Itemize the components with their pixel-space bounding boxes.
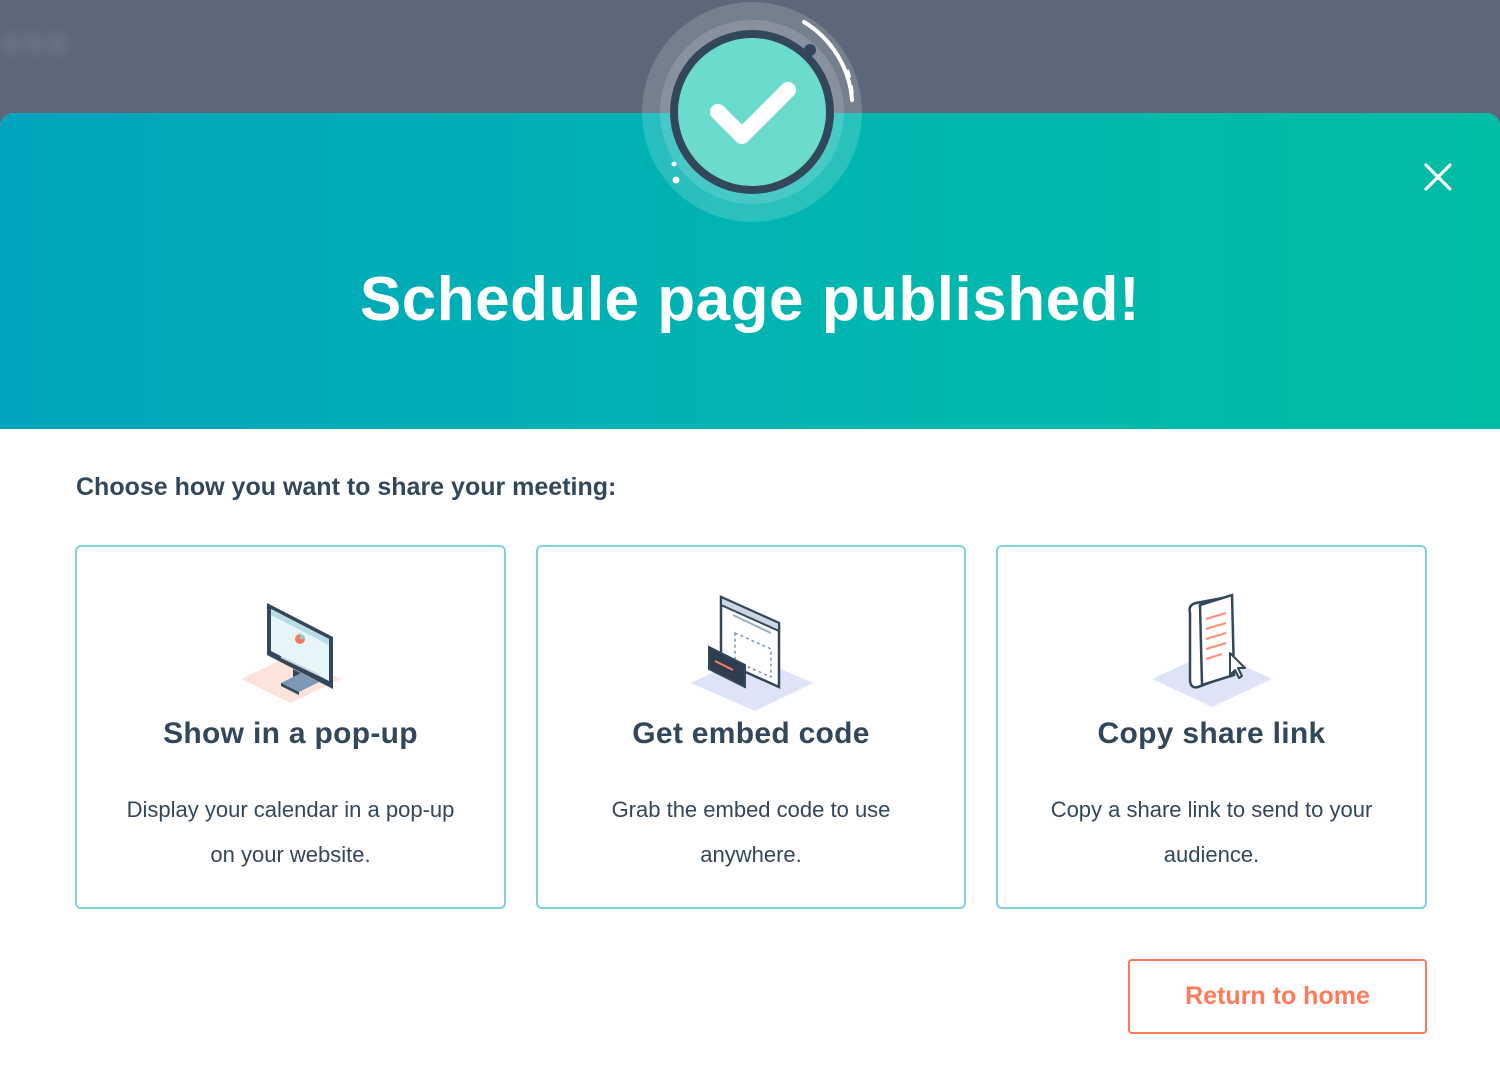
share-link-illustration-icon	[1151, 593, 1272, 707]
option-title: Show in a pop-up	[163, 717, 418, 750]
option-title: Get embed code	[632, 717, 870, 750]
monitor-illustration-icon	[240, 603, 341, 703]
publish-success-modal: Schedule page published! Choose how you …	[0, 113, 1500, 1079]
option-description: Grab the embed code to use anywhere.	[611, 797, 891, 867]
close-icon	[1424, 163, 1452, 191]
checkmark-circle-icon	[642, 2, 862, 222]
option-card-share-link[interactable]: Copy share link Copy a share link to sen…	[996, 545, 1427, 909]
option-title: Copy share link	[1097, 717, 1326, 750]
option-description: Display your calendar in a pop-up on you…	[126, 797, 455, 867]
close-button[interactable]	[1414, 153, 1462, 201]
modal-title: Schedule page published!	[359, 265, 1141, 334]
option-card-embed[interactable]: Get embed code Grab the embed code to us…	[536, 545, 966, 909]
option-card-popup[interactable]: Show in a pop-up Display your calendar i…	[75, 545, 506, 909]
option-description: Copy a share link to send to your audien…	[1050, 797, 1373, 867]
share-prompt: Choose how you want to share your meetin…	[76, 473, 617, 501]
embed-code-illustration-icon	[691, 595, 813, 711]
return-to-home-button[interactable]: Return to home	[1128, 959, 1427, 1034]
background-page-text: ■■■	[0, 22, 69, 64]
